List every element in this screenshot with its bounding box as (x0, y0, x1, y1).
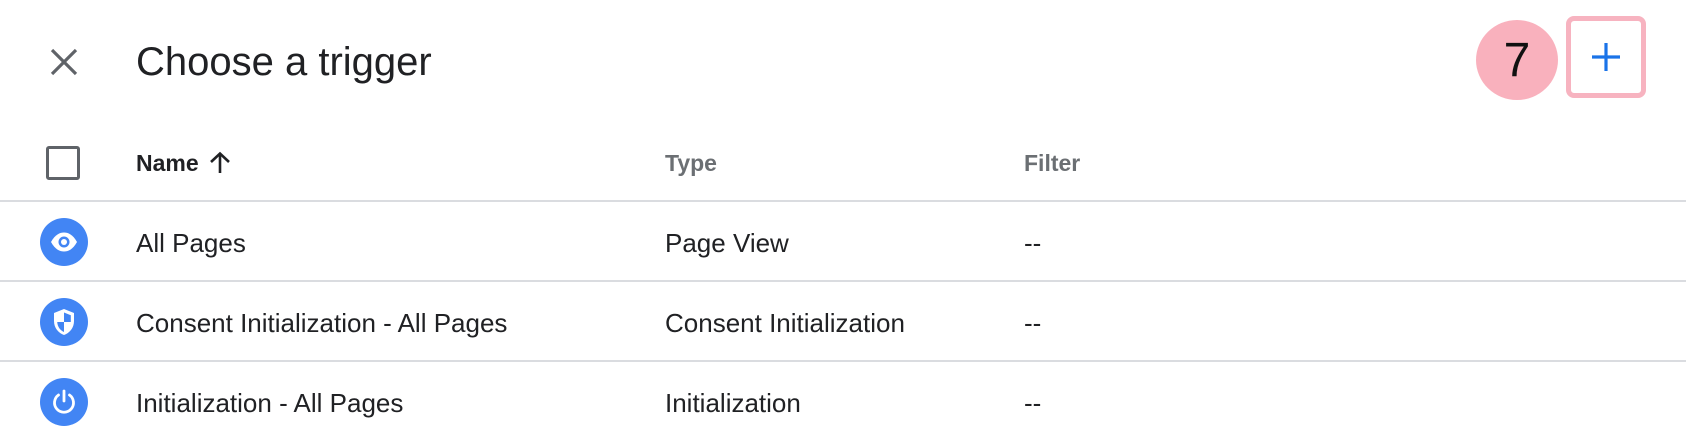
trigger-type: Page View (665, 228, 789, 258)
trigger-filter: -- (1024, 308, 1042, 338)
add-trigger-button[interactable] (1566, 16, 1646, 98)
choose-trigger-panel: Choose a trigger 7 Name Type Filter All … (0, 0, 1686, 442)
column-header-name[interactable]: Name (136, 148, 231, 178)
table-row[interactable]: All Pages Page View -- (0, 202, 1686, 282)
trigger-type: Initialization (665, 388, 801, 418)
table-header: Name Type Filter (0, 122, 1686, 202)
trigger-type: Consent Initialization (665, 308, 905, 338)
column-header-type[interactable]: Type (665, 148, 717, 178)
column-header-filter[interactable]: Filter (1024, 148, 1080, 178)
table-row[interactable]: Consent Initialization - All Pages Conse… (0, 282, 1686, 362)
step-badge: 7 (1476, 20, 1558, 100)
select-all-checkbox[interactable] (46, 146, 80, 180)
panel-header: Choose a trigger 7 (0, 0, 1686, 122)
power-icon (40, 378, 88, 426)
column-header-name-label: Name (136, 150, 199, 176)
close-button[interactable] (40, 38, 88, 86)
plus-icon (1592, 43, 1620, 71)
trigger-name: All Pages (136, 228, 246, 258)
trigger-name: Consent Initialization - All Pages (136, 308, 508, 338)
table-row[interactable]: Initialization - All Pages Initializatio… (0, 362, 1686, 442)
arrow-up-icon (209, 151, 230, 173)
close-icon (50, 48, 78, 76)
shield-icon (40, 298, 88, 346)
eye-icon (40, 218, 88, 266)
trigger-name: Initialization - All Pages (136, 388, 404, 418)
trigger-filter: -- (1024, 388, 1042, 418)
trigger-filter: -- (1024, 228, 1042, 258)
page-title: Choose a trigger (136, 40, 432, 84)
